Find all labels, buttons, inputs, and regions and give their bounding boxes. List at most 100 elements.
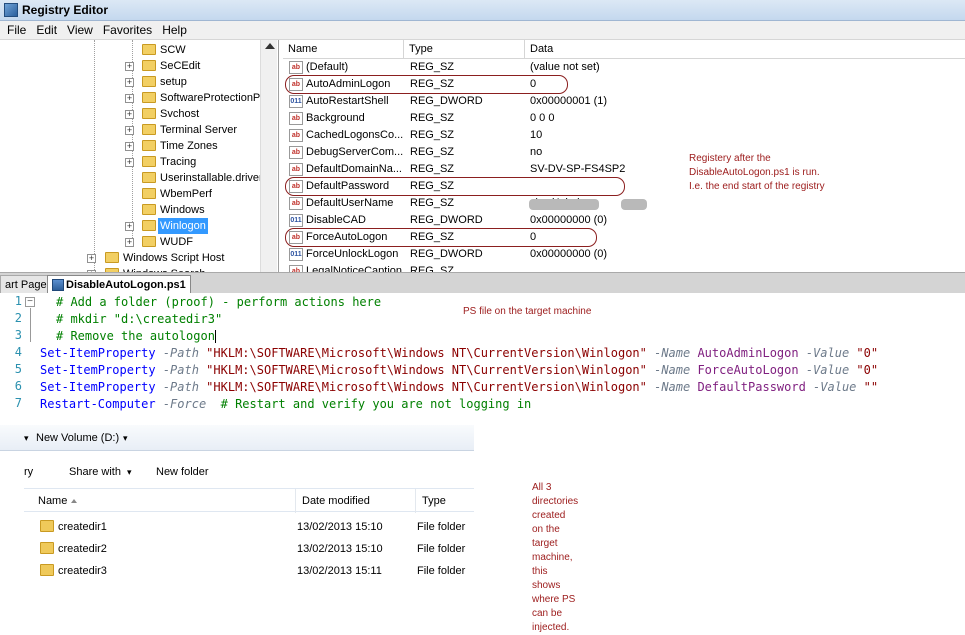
expand-icon[interactable]: + — [125, 126, 134, 135]
value-name: DebugServerCom... — [306, 146, 404, 158]
menu-view[interactable]: View — [62, 23, 98, 37]
code-token: "HKLM:\SOFTWARE\Microsoft\Windows NT\Cur… — [206, 346, 647, 360]
tree-item[interactable]: + Terminal Server — [0, 122, 260, 138]
column-name[interactable]: Name — [24, 489, 296, 513]
tree-item[interactable]: + SoftwareProtectionPl — [0, 90, 263, 106]
line-number: 5 — [14, 362, 22, 376]
tree-item[interactable]: + Windows Script Host — [0, 250, 260, 266]
organize-button[interactable]: ry — [24, 459, 33, 485]
code-line[interactable]: # Remove the autologon — [56, 328, 216, 345]
expand-icon[interactable]: + — [125, 238, 134, 247]
expand-icon[interactable]: + — [125, 94, 134, 103]
tree-item[interactable]: + Winlogon — [0, 218, 260, 234]
code-line[interactable]: Set-ItemProperty -Path "HKLM:\SOFTWARE\M… — [40, 379, 878, 396]
chevron-down-icon[interactable]: ▾ — [123, 425, 128, 451]
tree-scrollbar[interactable] — [260, 40, 277, 272]
address-bar[interactable]: ▾ New Volume (D:) ▾ — [0, 425, 474, 451]
menu-favorites[interactable]: Favorites — [98, 23, 157, 37]
code-token: Set-ItemProperty — [40, 346, 156, 360]
code-line[interactable]: # mkdir "d:\createdir3" — [56, 311, 222, 328]
window-title: Registry Editor — [22, 3, 109, 17]
code-token: Set-ItemProperty — [40, 380, 156, 394]
registry-value-row[interactable]: ab (Default) REG_SZ (value not set) — [283, 59, 965, 76]
column-name[interactable]: Name — [283, 40, 404, 59]
code-line[interactable]: Restart-Computer -Force # Restart and ve… — [40, 396, 531, 413]
folder-icon — [142, 236, 156, 247]
registry-value-row[interactable]: 011 DisableCAD REG_DWORD 0x00000000 (0) — [283, 212, 965, 229]
folder-icon — [142, 124, 156, 135]
tree-item[interactable]: Windows — [0, 202, 260, 218]
folder-icon — [40, 542, 54, 554]
registry-tree[interactable]: SCW + SeCEdit + setup + SoftwareProtectionPl + S… — [0, 40, 279, 272]
expand-icon[interactable]: + — [125, 158, 134, 167]
tree-item[interactable]: SCW — [0, 42, 260, 58]
expand-icon[interactable]: + — [125, 142, 134, 151]
value-type: REG_SZ — [410, 61, 455, 73]
expand-icon[interactable]: + — [125, 222, 134, 231]
tree-item[interactable]: + setup — [0, 74, 260, 90]
file-row[interactable]: createdir3 13/02/2013 15:11 File folder — [24, 560, 474, 582]
code-line[interactable]: Set-ItemProperty -Path "HKLM:\SOFTWARE\M… — [40, 362, 878, 379]
file-type: File folder — [417, 521, 466, 533]
tree-item-label: SeCEdit — [160, 60, 201, 72]
file-row[interactable]: createdir2 13/02/2013 15:10 File folder — [24, 538, 474, 560]
column-type[interactable]: Type — [404, 40, 525, 59]
registry-value-row[interactable]: ab DebugServerCom... REG_SZ no — [283, 144, 965, 161]
registry-value-row[interactable]: ab CachedLogonsCo... REG_SZ 10 — [283, 127, 965, 144]
registry-value-row[interactable]: ab DefaultDomainNa... REG_SZ SV-DV-SP-FS4SP… — [283, 161, 965, 178]
expand-icon[interactable]: + — [87, 254, 96, 263]
registry-value-row[interactable]: 011 ForceUnlockLogon REG_DWORD 0x00000000 (… — [283, 246, 965, 263]
registry-value-row[interactable]: 011 AutoRestartShell REG_DWORD 0x00000001 (… — [283, 93, 965, 110]
code-token: -Name — [646, 363, 698, 377]
registry-value-row[interactable]: ab Background REG_SZ 0 0 0 — [283, 110, 965, 127]
dword-value-icon: 011 — [289, 95, 303, 108]
code-line[interactable]: # Add a folder (proof) - perform actions… — [56, 294, 381, 311]
folder-icon — [142, 76, 156, 87]
tree-item[interactable]: + WUDF — [0, 234, 260, 250]
code-line[interactable]: Set-ItemProperty -Path "HKLM:\SOFTWARE\M… — [40, 345, 878, 362]
expand-icon[interactable]: + — [125, 110, 134, 119]
tree-item[interactable]: + Time Zones — [0, 138, 260, 154]
editor-annotation: PS file on the target machine — [463, 306, 592, 317]
chevron-down-icon[interactable]: ▾ — [24, 425, 29, 451]
chevron-down-icon[interactable]: ▾ — [127, 459, 132, 485]
value-data: 10 — [530, 129, 543, 141]
new-folder-button[interactable]: New folder — [156, 459, 209, 485]
folder-icon — [142, 220, 156, 231]
fold-guide — [30, 308, 31, 342]
code-editor[interactable]: 1 2 3 4 5 6 7 − # Add a folder (proof) - perfo… — [0, 293, 965, 425]
line-gutter: 1 2 3 4 5 6 7 — [0, 293, 26, 425]
file-name: createdir2 — [58, 543, 107, 555]
tab-disableautologon[interactable]: DisableAutoLogon.ps1 — [47, 275, 191, 294]
column-data[interactable]: Data — [525, 40, 965, 59]
file-date: 13/02/2013 15:10 — [297, 543, 383, 555]
menu-edit[interactable]: Edit — [31, 23, 62, 37]
redaction-smudge — [621, 199, 647, 210]
code-token: "HKLM:\SOFTWARE\Microsoft\Windows NT\Cur… — [206, 363, 647, 377]
share-with-button[interactable]: Share with — [69, 459, 121, 485]
code-token: # Restart and verify you are not logging… — [206, 397, 532, 411]
registry-app-icon — [4, 3, 18, 17]
value-name: DefaultUserName — [306, 197, 394, 209]
registry-values-pane[interactable]: Name Type Data ab (Default) REG_SZ (value n… — [283, 40, 965, 272]
fold-collapse-icon[interactable]: − — [25, 297, 35, 307]
tree-item[interactable]: + Tracing — [0, 154, 260, 170]
tab-start-page[interactable]: art Page — [0, 275, 52, 294]
code-token: -Value — [798, 363, 857, 377]
column-type[interactable]: Type — [416, 489, 474, 513]
registry-value-row[interactable]: ab LegalNoticeCaption REG_SZ — [283, 263, 965, 272]
menu-file[interactable]: File — [2, 23, 31, 37]
menu-help[interactable]: Help — [157, 23, 192, 37]
tree-item[interactable]: + SeCEdit — [0, 58, 260, 74]
expand-icon[interactable]: + — [125, 78, 134, 87]
string-value-icon: ab — [289, 163, 303, 176]
tree-item[interactable]: Userinstallable.driver — [0, 170, 263, 186]
tree-item[interactable]: + Svchost — [0, 106, 260, 122]
file-row[interactable]: createdir1 13/02/2013 15:10 File folder — [24, 516, 474, 538]
values-header: Name Type Data — [283, 40, 965, 59]
expand-icon[interactable]: + — [125, 62, 134, 71]
column-date-modified[interactable]: Date modified — [296, 489, 416, 513]
tree-item[interactable]: WbemPerf — [0, 186, 260, 202]
file-type: File folder — [417, 543, 466, 555]
scroll-up-icon[interactable] — [265, 43, 275, 49]
